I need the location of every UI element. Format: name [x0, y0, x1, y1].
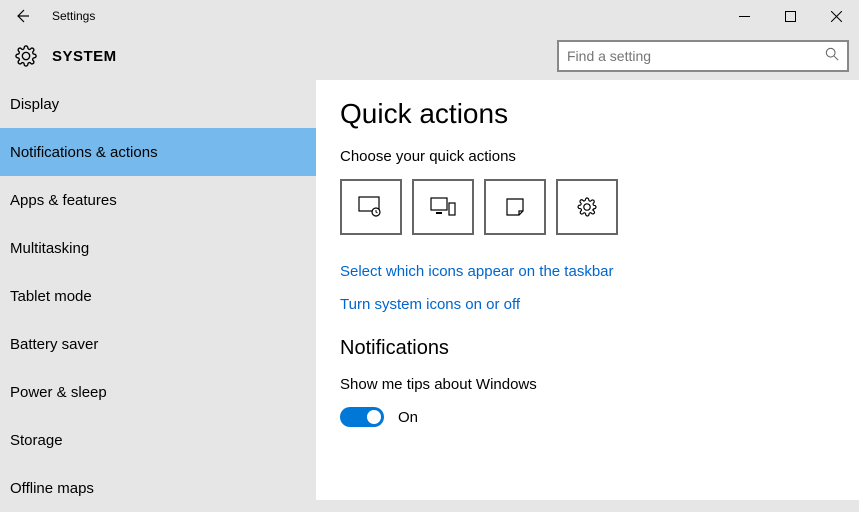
arrow-left-icon — [14, 8, 30, 24]
all-settings-tile[interactable] — [556, 179, 618, 235]
tips-toggle-state: On — [398, 409, 418, 426]
tips-toggle[interactable] — [340, 407, 384, 427]
window-controls — [721, 0, 859, 32]
note-tile[interactable] — [484, 179, 546, 235]
sidebar-item-offline-maps[interactable]: Offline maps — [0, 464, 316, 512]
header: SYSTEM — [0, 32, 859, 80]
tablet-mode-icon — [358, 196, 384, 218]
sidebar-item-apps-features[interactable]: Apps & features — [0, 176, 316, 224]
header-title: SYSTEM — [52, 48, 117, 65]
sidebar: Display Notifications & actions Apps & f… — [0, 80, 316, 500]
maximize-button[interactable] — [767, 0, 813, 32]
note-icon — [505, 197, 525, 217]
back-button[interactable] — [6, 0, 38, 32]
titlebar: Settings — [0, 0, 859, 32]
link-taskbar-icons[interactable]: Select which icons appear on the taskbar — [340, 263, 835, 280]
connect-tile[interactable] — [412, 179, 474, 235]
tips-label: Show me tips about Windows — [340, 376, 835, 393]
tablet-mode-tile[interactable] — [340, 179, 402, 235]
maximize-icon — [785, 11, 796, 22]
minimize-button[interactable] — [721, 0, 767, 32]
search-box[interactable] — [557, 40, 849, 72]
connect-icon — [430, 197, 456, 217]
search-input[interactable] — [567, 48, 825, 64]
content: Display Notifications & actions Apps & f… — [0, 80, 859, 500]
search-icon — [825, 47, 839, 66]
sidebar-item-battery-saver[interactable]: Battery saver — [0, 320, 316, 368]
tips-toggle-row: On — [340, 407, 835, 427]
main-panel: Quick actions Choose your quick actions … — [316, 80, 859, 500]
notifications-heading: Notifications — [340, 337, 835, 360]
link-system-icons[interactable]: Turn system icons on or off — [340, 296, 835, 313]
sidebar-item-notifications-actions[interactable]: Notifications & actions — [0, 128, 316, 176]
sidebar-item-power-sleep[interactable]: Power & sleep — [0, 368, 316, 416]
close-button[interactable] — [813, 0, 859, 32]
quick-actions-sub: Choose your quick actions — [340, 148, 835, 165]
window-title: Settings — [38, 9, 95, 23]
toggle-knob — [367, 410, 381, 424]
sidebar-item-storage[interactable]: Storage — [0, 416, 316, 464]
quick-actions-heading: Quick actions — [340, 98, 835, 130]
sidebar-item-multitasking[interactable]: Multitasking — [0, 224, 316, 272]
sidebar-item-display[interactable]: Display — [0, 80, 316, 128]
minimize-icon — [739, 11, 750, 22]
close-icon — [831, 11, 842, 22]
sidebar-item-tablet-mode[interactable]: Tablet mode — [0, 272, 316, 320]
quick-actions-row — [340, 179, 835, 235]
gear-icon — [14, 44, 38, 68]
gear-icon — [576, 196, 598, 218]
